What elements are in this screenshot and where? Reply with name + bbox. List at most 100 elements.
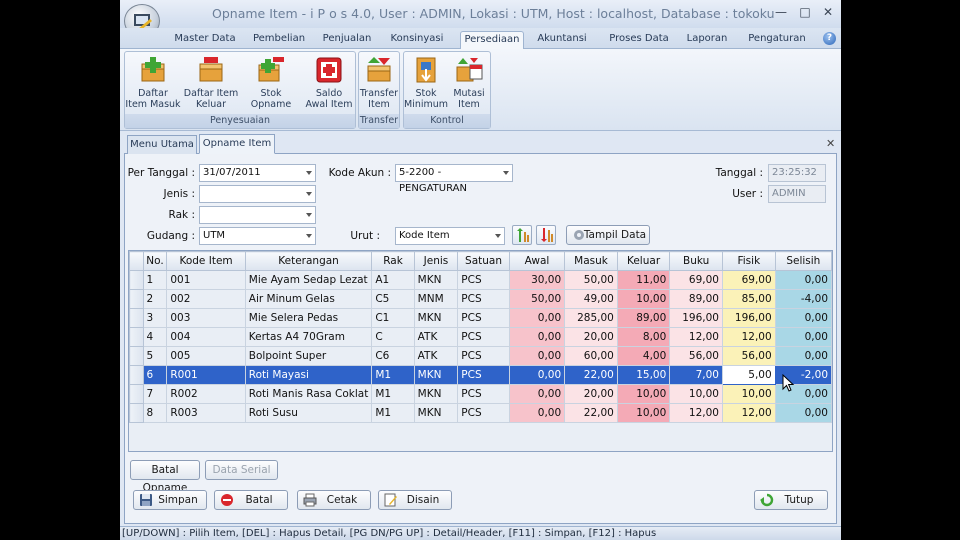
cell-keluar[interactable]: 89,00 — [616, 308, 671, 328]
cell-buku[interactable]: 89,00 — [669, 289, 723, 309]
sort-descending-button[interactable] — [536, 225, 556, 245]
row-indicator[interactable] — [129, 327, 144, 347]
tab-pengaturan[interactable]: Pengaturan — [744, 31, 810, 49]
sort-ascending-button[interactable] — [512, 225, 532, 245]
tab-persediaan[interactable]: Persediaan — [460, 31, 524, 49]
cell-kode[interactable]: R002 — [166, 384, 246, 404]
cell-keluar[interactable]: 10,00 — [616, 384, 671, 404]
cell-ket[interactable]: Roti Mayasi — [244, 365, 373, 385]
tab-menu-utama[interactable]: Menu Utama — [127, 135, 197, 154]
cell-fisik[interactable]: 69,00 — [721, 270, 776, 290]
table-row[interactable]: 2 002 Air Minum Gelas C5 MNM PCS 50,00 49,00 10,… — [129, 289, 832, 309]
col-header-awal[interactable]: Awal — [508, 251, 566, 271]
cell-satuan[interactable]: PCS — [457, 270, 510, 290]
col-header-no[interactable]: No. — [142, 251, 168, 271]
col-header-keterangan[interactable]: Keterangan — [244, 251, 373, 271]
tab-proses-data[interactable]: Proses Data — [604, 31, 674, 49]
cell-kode[interactable]: 004 — [166, 327, 246, 347]
cell-selisih[interactable]: 0,00 — [774, 346, 832, 366]
col-header-buku[interactable]: Buku — [669, 251, 723, 271]
cell-rak[interactable]: M1 — [371, 365, 415, 385]
col-header-jenis[interactable]: Jenis — [413, 251, 459, 271]
cell-no[interactable]: 2 — [142, 289, 168, 309]
cell-awal[interactable]: 0,00 — [508, 384, 566, 404]
cell-satuan[interactable]: PCS — [457, 384, 510, 404]
tab-penjualan[interactable]: Penjualan — [316, 31, 378, 49]
rak-field[interactable] — [199, 206, 316, 224]
cell-buku[interactable]: 56,00 — [669, 346, 723, 366]
cell-keluar[interactable]: 10,00 — [616, 289, 671, 309]
disain-button[interactable]: Disain — [378, 490, 452, 510]
cetak-button[interactable]: Cetak — [297, 490, 371, 510]
row-indicator[interactable] — [129, 270, 144, 290]
cell-awal[interactable]: 0,00 — [508, 403, 566, 423]
jenis-field[interactable] — [199, 185, 316, 203]
row-indicator[interactable] — [129, 308, 144, 328]
cell-rak[interactable]: M1 — [371, 384, 415, 404]
cell-masuk[interactable]: 20,00 — [564, 384, 618, 404]
cell-jenis[interactable]: MNM — [413, 289, 459, 309]
cell-fisik[interactable]: 85,00 — [721, 289, 776, 309]
batal-opname-button[interactable]: Batal Opname — [130, 460, 200, 494]
per-tanggal-field[interactable]: 31/07/2011 — [199, 164, 316, 182]
cell-no[interactable]: 3 — [142, 308, 168, 328]
close-tab-icon[interactable]: ✕ — [826, 137, 835, 150]
cell-rak[interactable]: C6 — [371, 346, 415, 366]
tab-akuntansi[interactable]: Akuntansi — [532, 31, 592, 49]
cell-buku[interactable]: 10,00 — [669, 384, 723, 404]
col-header-kode-item[interactable]: Kode Item — [166, 251, 246, 271]
cell-no[interactable]: 7 — [142, 384, 168, 404]
cell-fisik[interactable]: 12,00 — [721, 327, 776, 347]
stok-minimum-button[interactable]: Stok Minimum — [404, 55, 448, 110]
opname-item-grid[interactable]: No. Kode Item Keterangan Rak Jenis Satua… — [128, 250, 833, 452]
table-row[interactable]: 8 R003 Roti Susu M1 MKN PCS 0,00 22,00 10,00 12,0… — [129, 403, 832, 423]
cell-ket[interactable]: Mie Selera Pedas — [244, 308, 373, 328]
col-header-rak[interactable]: Rak — [371, 251, 415, 271]
stok-opname-button[interactable]: Stok Opname — [241, 55, 301, 110]
tab-master-data[interactable]: Master Data — [170, 31, 240, 49]
cell-kode[interactable]: R003 — [166, 403, 246, 423]
simpan-button[interactable]: Simpan — [133, 490, 207, 510]
cell-kode[interactable]: 005 — [166, 346, 246, 366]
cell-buku[interactable]: 12,00 — [669, 403, 723, 423]
cell-awal[interactable]: 0,00 — [508, 308, 566, 328]
cell-buku[interactable]: 12,00 — [669, 327, 723, 347]
cell-awal[interactable]: 50,00 — [508, 289, 566, 309]
row-indicator[interactable] — [129, 289, 144, 309]
cell-keluar[interactable]: 10,00 — [616, 403, 671, 423]
cell-awal[interactable]: 0,00 — [508, 327, 566, 347]
cell-masuk[interactable]: 60,00 — [564, 346, 618, 366]
cell-fisik[interactable]: 56,00 — [721, 346, 776, 366]
table-row[interactable]: 3 003 Mie Selera Pedas C1 MKN PCS 0,00 285,00 89… — [129, 308, 832, 328]
cell-fisik[interactable]: 196,00 — [721, 308, 776, 328]
mutasi-item-button[interactable]: Mutasi Item — [448, 55, 490, 110]
cell-selisih[interactable]: 0,00 — [774, 403, 832, 423]
cell-jenis[interactable]: ATK — [413, 327, 459, 347]
help-icon[interactable]: ? — [823, 32, 836, 45]
col-header-satuan[interactable]: Satuan — [457, 251, 510, 271]
cell-kode[interactable]: R001 — [166, 365, 246, 385]
cell-keluar[interactable]: 11,00 — [616, 270, 671, 290]
table-row[interactable]: 5 005 Bolpoint Super C6 ATK PCS 0,00 60,00 4,00 5… — [129, 346, 832, 366]
saldo-awal-item-button[interactable]: Saldo Awal Item — [303, 55, 355, 110]
cell-rak[interactable]: C5 — [371, 289, 415, 309]
cell-selisih[interactable]: 0,00 — [774, 270, 832, 290]
cell-fisik[interactable]: 12,00 — [721, 403, 776, 423]
cell-masuk[interactable]: 20,00 — [564, 327, 618, 347]
cell-satuan[interactable]: PCS — [457, 403, 510, 423]
cell-buku[interactable]: 196,00 — [669, 308, 723, 328]
row-indicator[interactable] — [129, 403, 144, 423]
cell-ket[interactable]: Air Minum Gelas — [244, 289, 373, 309]
cell-masuk[interactable]: 22,00 — [564, 403, 618, 423]
cell-no[interactable]: 5 — [142, 346, 168, 366]
tab-pembelian[interactable]: Pembelian — [248, 31, 310, 49]
cell-ket[interactable]: Mie Ayam Sedap Lezat — [244, 270, 373, 290]
daftar-item-keluar-button[interactable]: Daftar Item Keluar — [183, 55, 239, 110]
cell-rak[interactable]: C — [371, 327, 415, 347]
gudang-field[interactable]: UTM — [199, 227, 316, 245]
cell-ket[interactable]: Bolpoint Super — [244, 346, 373, 366]
cell-selisih[interactable]: -4,00 — [774, 289, 832, 309]
cell-jenis[interactable]: ATK — [413, 346, 459, 366]
col-header-masuk[interactable]: Masuk — [564, 251, 618, 271]
cell-selisih[interactable]: 0,00 — [774, 308, 832, 328]
